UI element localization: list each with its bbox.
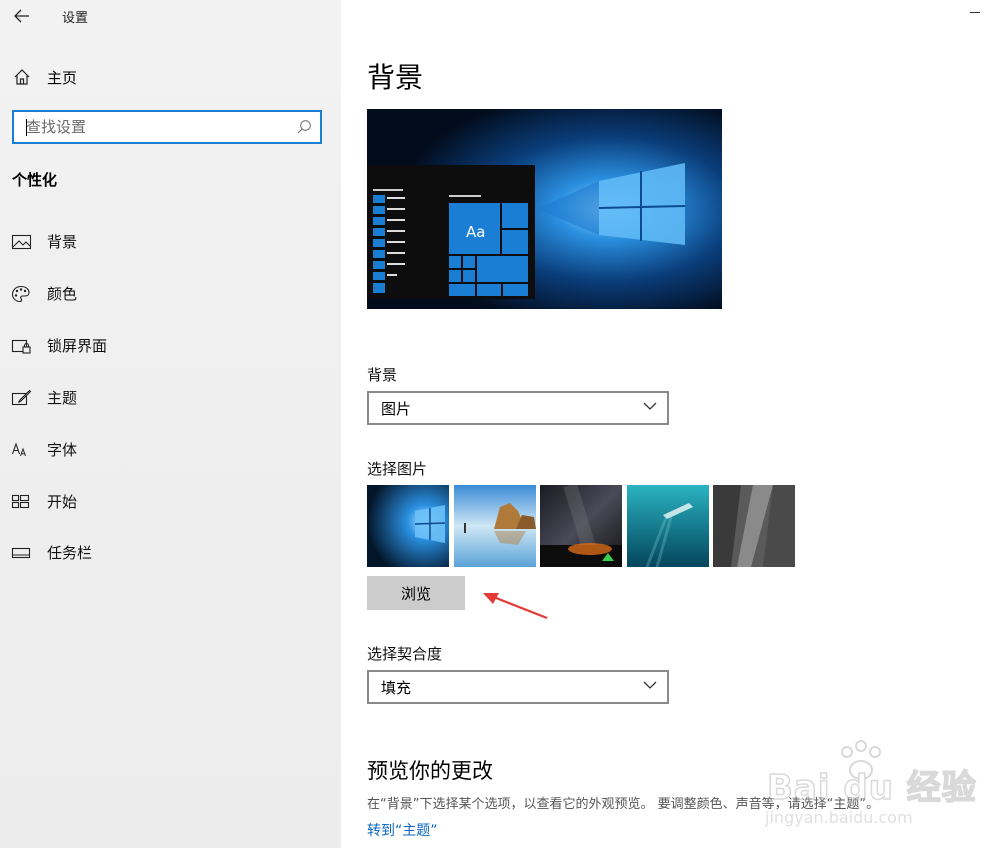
fit-label: 选择契合度 bbox=[367, 645, 443, 663]
taskbar-icon bbox=[11, 547, 31, 559]
sidebar-item-themes[interactable]: 主题 bbox=[0, 379, 341, 415]
app-title: 设置 bbox=[62, 11, 89, 26]
sidebar-item-label: 开始 bbox=[47, 493, 78, 511]
back-button[interactable] bbox=[10, 4, 34, 28]
annotation-arrow-icon bbox=[483, 593, 548, 620]
background-type-dropdown[interactable]: 图片 bbox=[367, 391, 669, 425]
search-box[interactable] bbox=[12, 110, 322, 144]
minimize-button[interactable] bbox=[970, 12, 980, 13]
sidebar-item-lock-screen[interactable]: 锁屏界面 bbox=[0, 327, 341, 363]
choose-picture-label: 选择图片 bbox=[367, 460, 428, 478]
background-label: 背景 bbox=[367, 366, 398, 384]
chevron-down-icon bbox=[643, 681, 657, 689]
sidebar-item-label: 锁屏界面 bbox=[47, 337, 108, 355]
thumbnail-underwater-swimmer[interactable] bbox=[627, 485, 709, 567]
page-title: 背景 bbox=[367, 61, 424, 94]
sidebar-item-background[interactable]: 背景 bbox=[0, 223, 341, 259]
background-preview: Aa bbox=[367, 109, 722, 309]
dropdown-value: 填充 bbox=[381, 679, 412, 697]
sidebar-item-label: 背景 bbox=[47, 233, 78, 251]
back-arrow-icon bbox=[14, 9, 29, 23]
search-icon[interactable] bbox=[296, 119, 312, 135]
sidebar-item-label: 主题 bbox=[47, 389, 78, 407]
go-to-themes-link[interactable]: 转到“主题” bbox=[367, 820, 438, 840]
browse-button[interactable]: 浏览 bbox=[367, 576, 465, 610]
preview-changes-title: 预览你的更改 bbox=[367, 759, 493, 783]
sidebar-item-label: 颜色 bbox=[47, 285, 78, 303]
chevron-down-icon bbox=[643, 402, 657, 410]
main-content: 背景 Aa 背景 图片 选择图片 浏览 选择契合度 填充 预览你的更改 在“背景… bbox=[341, 0, 1000, 848]
sidebar-item-colors[interactable]: 颜色 bbox=[0, 275, 341, 311]
desktop-preview-image bbox=[367, 109, 722, 309]
font-icon bbox=[11, 442, 26, 457]
picture-icon bbox=[11, 234, 32, 250]
start-tiles-icon bbox=[11, 494, 30, 509]
watermark-brand: Bai du 经验 bbox=[766, 767, 977, 809]
lock-screen-icon bbox=[11, 339, 31, 354]
thumbnail-night-sky[interactable] bbox=[540, 485, 622, 567]
sidebar-item-label: 任务栏 bbox=[47, 544, 93, 562]
thumbnail-beach-rocks[interactable] bbox=[454, 485, 536, 567]
thumbnail-windows-light[interactable] bbox=[367, 485, 449, 567]
sidebar-home-label: 主页 bbox=[47, 69, 78, 87]
fit-dropdown[interactable]: 填充 bbox=[367, 670, 669, 704]
preview-sample-text: Aa bbox=[466, 223, 486, 241]
sidebar-home[interactable]: 主页 bbox=[0, 62, 341, 92]
search-input[interactable] bbox=[14, 112, 296, 142]
sidebar-item-start[interactable]: 开始 bbox=[0, 483, 341, 519]
theme-brush-icon bbox=[11, 389, 32, 406]
text-caret bbox=[26, 119, 27, 136]
watermark-url: jingyan.baidu.com bbox=[765, 808, 913, 827]
sidebar-item-label: 字体 bbox=[47, 441, 78, 459]
baidu-watermark: Bai du 经验 jingyan.baidu.com bbox=[761, 738, 991, 833]
sidebar-item-fonts[interactable]: 字体 bbox=[0, 431, 341, 467]
section-title: 个性化 bbox=[12, 171, 58, 189]
sidebar: 设置 主页 个性化 背景 颜色 bbox=[0, 0, 341, 848]
title-bar: 设置 bbox=[0, 0, 341, 32]
thumbnail-cliff-climber[interactable] bbox=[713, 485, 795, 567]
home-icon bbox=[14, 69, 30, 85]
picture-thumbnails bbox=[367, 485, 797, 567]
sidebar-item-taskbar[interactable]: 任务栏 bbox=[0, 534, 341, 570]
dropdown-value: 图片 bbox=[381, 400, 412, 418]
palette-icon bbox=[11, 285, 30, 303]
